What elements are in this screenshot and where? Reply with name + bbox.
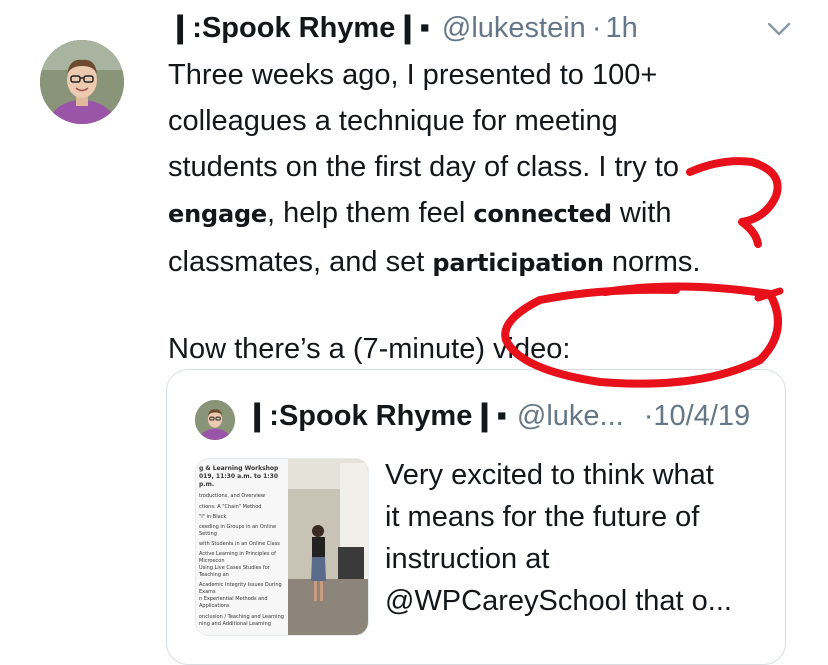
tweet-line: engage, help them feel connected with: [168, 190, 768, 237]
slide-line: with Students in an Online Class: [199, 541, 280, 547]
slide-subtitle: 019, 11:30 a.m. to 1:30 p.m.: [199, 473, 279, 488]
tweet-header: ❙:Spook Rhyme❙▪ @lukestein · 1h: [168, 10, 638, 48]
bold-word-engage: engage: [168, 200, 267, 228]
quoted-display-name: ❙:Spook Rhyme❙▪: [245, 400, 507, 432]
quoted-line: @WPCareySchool that o...: [385, 585, 732, 617]
separator-dot: ·: [591, 12, 602, 44]
slide-line: Active Learning in Principles of Microec…: [199, 551, 276, 564]
quoted-date: ·10/4/19: [643, 400, 751, 432]
slide-line: onclusion / Teaching and Learning: [199, 614, 284, 620]
slide-line: n Experiential Methods and Applications: [199, 596, 268, 609]
tweet-line: classmates, and set participation norms.: [168, 239, 768, 286]
timestamp[interactable]: 1h: [605, 12, 637, 45]
slide-line: ceeding in Groups in an Online Setting: [199, 524, 277, 537]
slide-line: Academic Integrity Issues During Exams: [199, 582, 282, 595]
text-fragment: , help them feel: [267, 197, 474, 229]
quoted-handle: @luke...: [516, 400, 624, 432]
quoted-line: Very excited to think what: [385, 459, 714, 491]
author-avatar[interactable]: [40, 40, 124, 124]
slide-line: "I" in Black: [199, 514, 227, 520]
tweet-text: Three weeks ago, I presented to 100+ col…: [168, 52, 768, 372]
workshop-slide-image: g & Learning Workshop 019, 11:30 a.m. to…: [196, 459, 288, 635]
tweet-line: students on the first day of class. I tr…: [168, 151, 679, 183]
chevron-down-icon[interactable]: [764, 14, 794, 44]
presenter-photo: [288, 459, 368, 635]
quoted-text: Very excited to think what it means for …: [385, 454, 775, 622]
text-fragment: norms.: [603, 246, 701, 278]
text-fragment: with: [611, 197, 672, 229]
tweet-line: Three weeks ago, I presented to 100+: [168, 59, 658, 91]
quoted-media-thumbnail[interactable]: g & Learning Workshop 019, 11:30 a.m. to…: [195, 458, 369, 636]
tweet-line: Now there’s a (7-minute) video:: [168, 333, 571, 365]
tweet-line: colleagues a technique for meeting: [168, 105, 618, 137]
slide-line: ning and Additional Learning: [199, 621, 271, 627]
slide-line: Using Live Cases Studies for Teaching an: [199, 565, 270, 578]
text-fragment: classmates, and set: [168, 246, 433, 278]
user-handle[interactable]: @lukestein: [442, 12, 586, 45]
quoted-author-avatar[interactable]: [195, 400, 235, 440]
quoted-tweet-card[interactable]: ❙:Spook Rhyme❙▪ @luke... ·10/4/19 g & Le…: [166, 369, 786, 665]
quoted-line: instruction at: [385, 543, 550, 575]
quoted-line: it means for the future of: [385, 501, 700, 533]
slide-line: troductions, and Overview: [199, 493, 265, 499]
quoted-header: ❙:Spook Rhyme❙▪ @luke... ·10/4/19: [245, 398, 750, 433]
slide-line: ctions: A "Chain" Method: [199, 504, 262, 510]
bold-word-participation: participation: [432, 249, 604, 277]
bold-word-connected: connected: [473, 200, 612, 228]
slide-title: g & Learning Workshop: [199, 465, 279, 472]
display-name[interactable]: ❙:Spook Rhyme❙▪: [168, 10, 430, 45]
